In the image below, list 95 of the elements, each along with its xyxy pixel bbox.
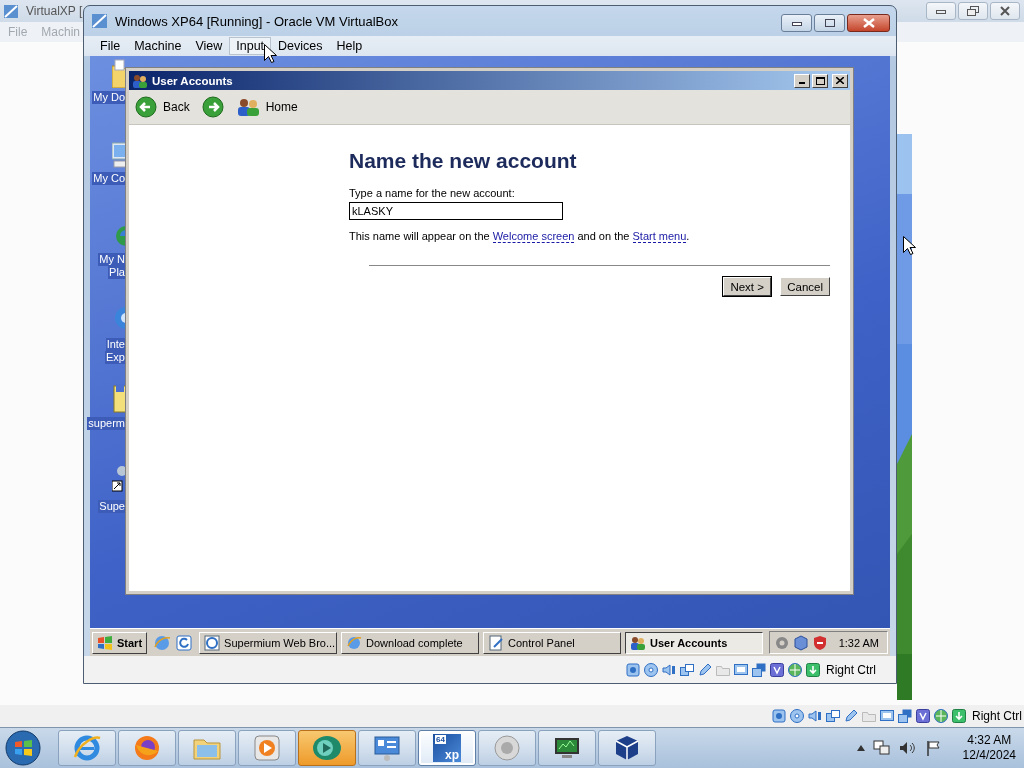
forward-button[interactable] [199, 96, 226, 118]
desktop-icon-label: Exp [105, 351, 126, 364]
play-circle-icon [311, 733, 343, 763]
document-pencil-icon [488, 634, 505, 651]
speaker-icon[interactable] [807, 708, 823, 724]
chevron-square-icon[interactable] [769, 661, 785, 678]
display-icon[interactable] [879, 708, 895, 724]
monitor-panel-icon [372, 733, 402, 763]
host-key-label: Right Ctrl [826, 662, 876, 677]
up-arrow-icon[interactable] [856, 745, 865, 751]
home-button[interactable]: Home [233, 97, 300, 117]
xp-logo-icon: 64 xp [433, 734, 461, 762]
play-icon [252, 733, 282, 763]
virtualbox-logo-icon [90, 11, 110, 31]
menu-item[interactable]: Input [229, 37, 272, 55]
windows-flag-icon [97, 635, 113, 650]
taskbar-button[interactable] [358, 730, 416, 766]
minimize-button[interactable] [781, 14, 812, 32]
refresh-icon[interactable] [175, 633, 194, 652]
field-label: Type a name for the new account: [349, 187, 515, 199]
users-icon [132, 73, 148, 88]
note-text: This name will appear on the Welcome screen and on the Start menu. [349, 230, 690, 242]
maximize-button[interactable] [814, 14, 845, 32]
display-icon[interactable] [733, 661, 749, 678]
dialog-title: User Accounts [152, 74, 233, 87]
minimize-icon [936, 8, 946, 14]
help-link[interactable]: Welcome screen [492, 230, 575, 243]
window-title: Windows XP64 [Running] - Oracle VM VirtualBox [115, 13, 398, 29]
restore-icon [967, 6, 979, 16]
close-button[interactable] [847, 14, 890, 32]
host-key-label: Right Ctrl [972, 709, 1022, 723]
maximize-icon [815, 76, 825, 85]
flag-icon[interactable] [924, 740, 941, 756]
desktop-icon-label: My Do [92, 91, 126, 104]
close-icon [836, 77, 844, 84]
cancel-button[interactable]: Cancel [780, 277, 830, 296]
desktop-icon-label: My Co [92, 172, 126, 185]
cube-icon[interactable] [792, 634, 809, 651]
taskbar-button[interactable] [538, 730, 596, 766]
next-button[interactable]: Next > [723, 277, 772, 296]
desktop-icon-label: Supe [98, 500, 126, 513]
clock-time: 4:32 AM [967, 733, 1012, 748]
start-button[interactable]: Start [92, 631, 148, 654]
menu-item[interactable]: File [93, 37, 128, 55]
menu-item[interactable]: Machine [127, 37, 189, 55]
close-button[interactable] [990, 2, 1020, 20]
network-icon[interactable] [872, 740, 891, 756]
volume-icon[interactable] [898, 740, 917, 756]
users-icon [235, 97, 260, 117]
installer-icon [112, 382, 126, 414]
minimize-button[interactable] [926, 2, 956, 20]
taskbar-button[interactable]: Control Panel [483, 631, 622, 654]
shield-icon[interactable] [811, 634, 828, 651]
close-icon [1000, 6, 1010, 16]
globe-icon[interactable] [787, 661, 803, 678]
minimize-icon [791, 20, 802, 26]
menu-item[interactable]: View [188, 37, 230, 55]
mouse-pointer-icon [903, 236, 917, 256]
folder-icon [112, 58, 126, 88]
taskbar-button[interactable]: User Accounts [625, 631, 764, 654]
pencil-icon[interactable] [843, 708, 859, 724]
network-icon[interactable] [679, 661, 695, 678]
speaker-icon [492, 733, 522, 763]
desktop-icon-label: My N [98, 253, 126, 266]
speaker-icon[interactable] [661, 661, 677, 678]
users-icon [630, 635, 647, 650]
page-heading: Name the new account [349, 149, 577, 173]
disc-icon[interactable] [643, 661, 659, 678]
clock-date: 12/4/2024 [962, 748, 1016, 763]
clock: 1:32 AM [838, 636, 879, 649]
fox-globe-icon [132, 733, 162, 763]
menu-item[interactable]: Help [329, 37, 370, 55]
globe-icon[interactable] [933, 708, 949, 724]
mouse-pointer-icon [264, 44, 278, 64]
network-icon[interactable] [825, 708, 841, 724]
desktop-icon-label: superm [87, 417, 126, 430]
restore-button[interactable] [958, 2, 988, 20]
chevron-square-icon[interactable] [915, 708, 931, 724]
disc-icon[interactable] [789, 708, 805, 724]
account-name-field[interactable]: kLASKY [349, 202, 563, 220]
window-title: VirtualXP [ [26, 4, 83, 18]
stacked-windows-icon[interactable] [897, 708, 913, 724]
taskbar-button[interactable]: Download complete [341, 631, 480, 654]
pencil-icon[interactable] [697, 661, 713, 678]
maximize-icon [824, 19, 835, 27]
back-button[interactable]: Back [133, 96, 192, 118]
taskbar-button[interactable] [598, 730, 656, 766]
desktop-icon-label: Pla [108, 266, 126, 279]
taskbar-button[interactable]: Supermium Web Bro... [199, 631, 338, 654]
close-icon [862, 18, 875, 28]
taskbar-button[interactable] [118, 730, 176, 766]
taskbar-button[interactable]: 64 xp [418, 730, 476, 766]
virtualbox-logo-icon [2, 2, 20, 20]
windows-orb-icon [4, 729, 42, 767]
stacked-windows-icon[interactable] [751, 661, 767, 678]
